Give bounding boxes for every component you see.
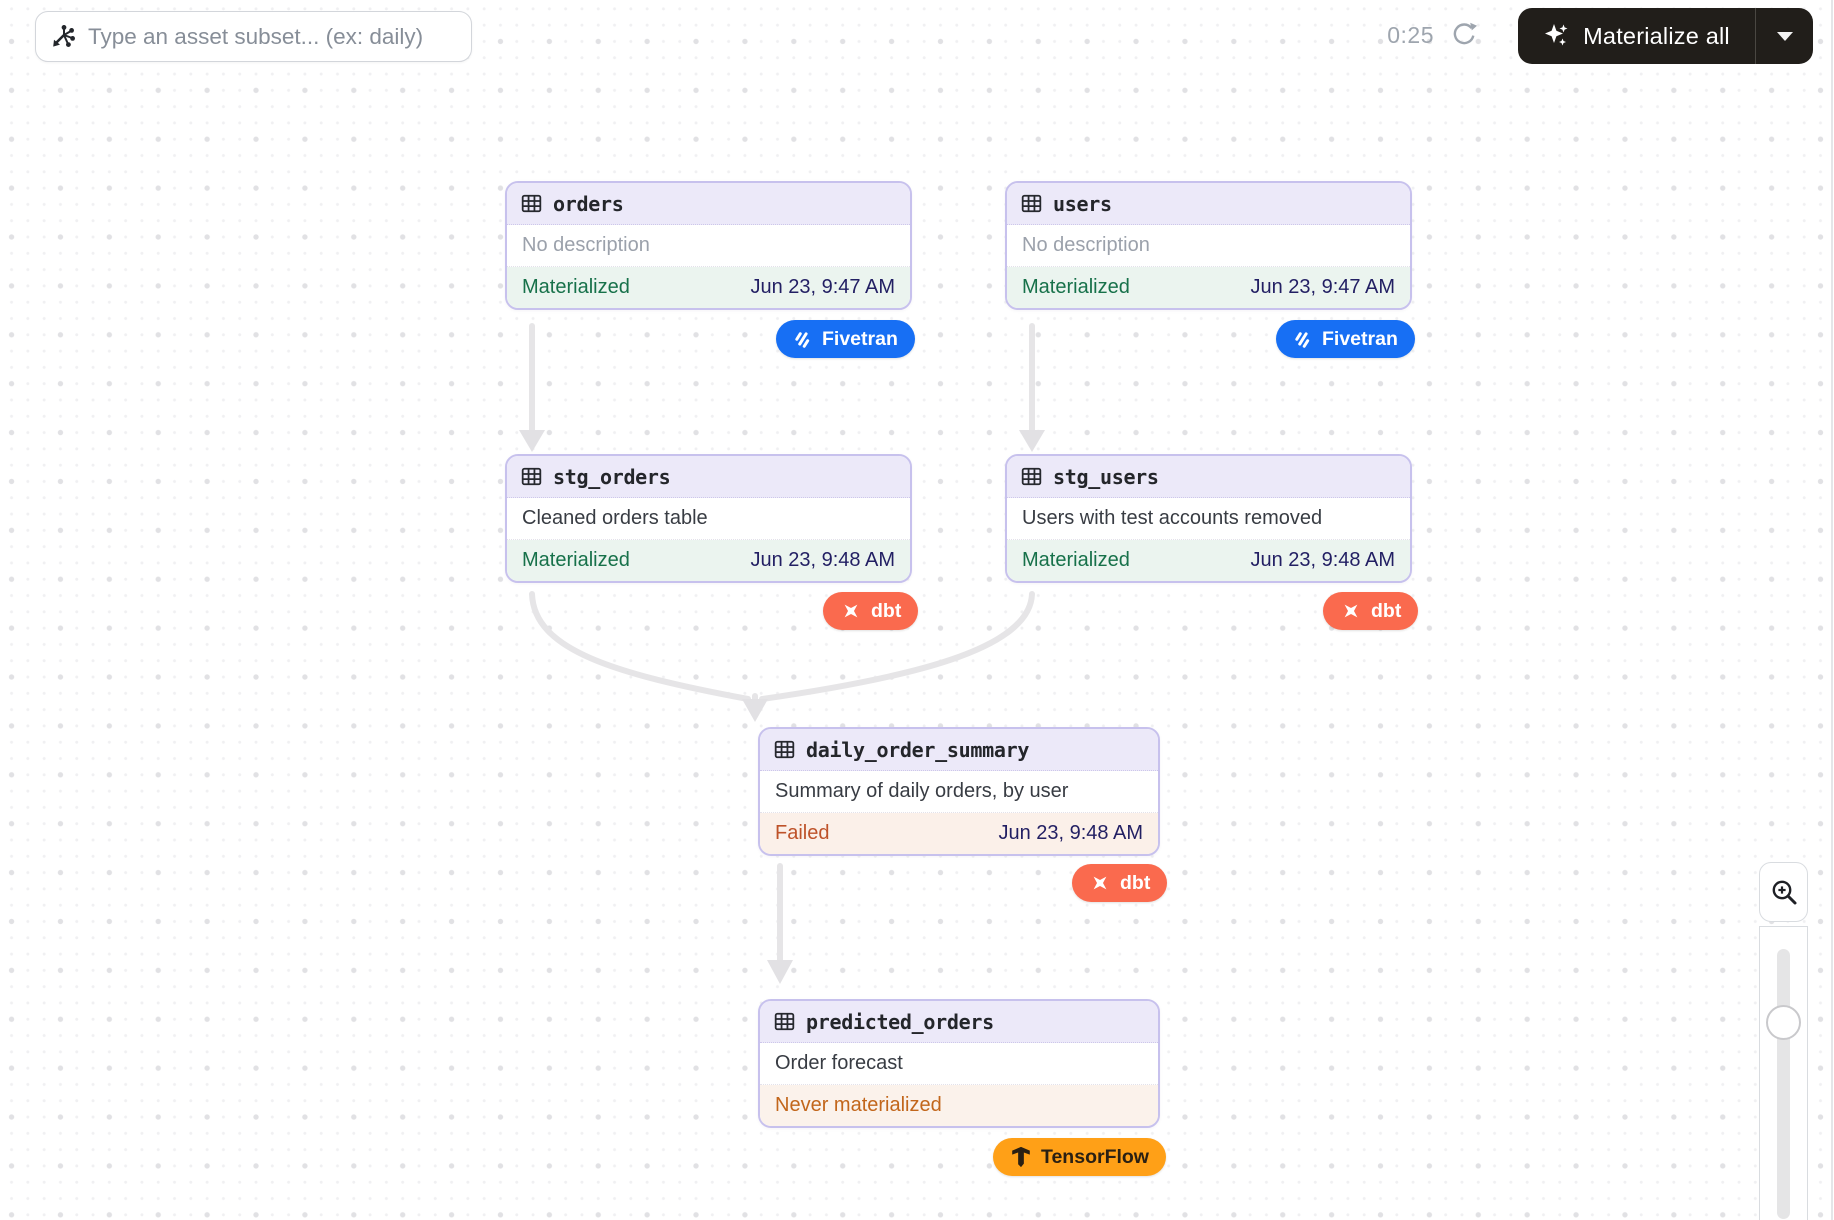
- dbt-badge[interactable]: dbt: [1323, 592, 1418, 630]
- table-icon: [774, 1011, 795, 1032]
- badge-label: Fivetran: [1322, 328, 1398, 351]
- status-timestamp: Jun 23, 9:47 AM: [1250, 276, 1395, 299]
- dbt-icon: [840, 600, 862, 622]
- asset-status-row: Failed Jun 23, 9:48 AM: [760, 813, 1158, 854]
- fivetran-badge[interactable]: Fivetran: [776, 320, 915, 358]
- asset-title: users: [1053, 192, 1112, 216]
- fivetran-icon: [1293, 329, 1313, 349]
- asset-node-header: stg_orders: [507, 456, 910, 498]
- asset-node-header: predicted_orders: [760, 1001, 1158, 1043]
- asset-node-daily-order-summary[interactable]: daily_order_summary Summary of daily ord…: [758, 727, 1160, 856]
- status-badge: Never materialized: [775, 1094, 942, 1117]
- zoom-slider-thumb[interactable]: [1766, 1005, 1801, 1040]
- asset-description: Cleaned orders table: [507, 498, 910, 540]
- dbt-badge[interactable]: dbt: [1072, 864, 1167, 902]
- status-timestamp: Jun 23, 9:48 AM: [1250, 549, 1395, 572]
- asset-node-stg-users[interactable]: stg_users Users with test accounts remov…: [1005, 454, 1412, 583]
- asset-node-users[interactable]: users No description Materialized Jun 23…: [1005, 181, 1412, 310]
- fivetran-badge[interactable]: Fivetran: [1276, 320, 1415, 358]
- asset-title: stg_users: [1053, 465, 1159, 489]
- badge-label: dbt: [1371, 600, 1401, 623]
- zoom-slider-panel: [1759, 926, 1808, 1220]
- asset-node-header: stg_users: [1007, 456, 1410, 498]
- status-timestamp: Jun 23, 9:48 AM: [750, 549, 895, 572]
- asset-status-row: Materialized Jun 23, 9:47 AM: [507, 267, 910, 308]
- status-badge: Materialized: [522, 276, 630, 299]
- asset-status-row: Never materialized: [760, 1085, 1158, 1126]
- asset-status-row: Materialized Jun 23, 9:47 AM: [1007, 267, 1410, 308]
- asset-graph-canvas[interactable]: { "toolbar": { "search_placeholder": "Ty…: [0, 0, 1834, 1220]
- asset-node-predicted-orders[interactable]: predicted_orders Order forecast Never ma…: [758, 999, 1160, 1128]
- asset-description: No description: [1007, 225, 1410, 267]
- tensorflow-badge[interactable]: TensorFlow: [993, 1138, 1166, 1176]
- status-badge: Materialized: [1022, 549, 1130, 572]
- asset-node-header: orders: [507, 183, 910, 225]
- table-icon: [521, 193, 542, 214]
- zoom-in-button[interactable]: [1759, 862, 1808, 922]
- status-badge: Failed: [775, 822, 829, 845]
- asset-status-row: Materialized Jun 23, 9:48 AM: [507, 540, 910, 581]
- asset-title: orders: [553, 192, 623, 216]
- tensorflow-icon: [1010, 1146, 1032, 1168]
- status-timestamp: Jun 23, 9:48 AM: [998, 822, 1143, 845]
- dbt-icon: [1340, 600, 1362, 622]
- badge-label: dbt: [871, 600, 901, 623]
- dbt-icon: [1089, 872, 1111, 894]
- asset-description: No description: [507, 225, 910, 267]
- badge-label: dbt: [1120, 872, 1150, 895]
- badge-label: Fivetran: [822, 328, 898, 351]
- asset-description: Summary of daily orders, by user: [760, 771, 1158, 813]
- asset-title: daily_order_summary: [806, 738, 1029, 762]
- asset-node-orders[interactable]: orders No description Materialized Jun 2…: [505, 181, 912, 310]
- asset-node-header: users: [1007, 183, 1410, 225]
- badge-label: TensorFlow: [1041, 1146, 1149, 1169]
- asset-node-stg-orders[interactable]: stg_orders Cleaned orders table Material…: [505, 454, 912, 583]
- asset-description: Users with test accounts removed: [1007, 498, 1410, 540]
- dbt-badge[interactable]: dbt: [823, 592, 918, 630]
- zoom-in-icon: [1769, 877, 1799, 907]
- table-icon: [521, 466, 542, 487]
- asset-title: predicted_orders: [806, 1010, 994, 1034]
- table-icon: [1021, 466, 1042, 487]
- table-icon: [1021, 193, 1042, 214]
- status-badge: Materialized: [1022, 276, 1130, 299]
- status-badge: Materialized: [522, 549, 630, 572]
- status-timestamp: Jun 23, 9:47 AM: [750, 276, 895, 299]
- asset-description: Order forecast: [760, 1043, 1158, 1085]
- asset-title: stg_orders: [553, 465, 670, 489]
- asset-node-header: daily_order_summary: [760, 729, 1158, 771]
- table-icon: [774, 739, 795, 760]
- asset-status-row: Materialized Jun 23, 9:48 AM: [1007, 540, 1410, 581]
- zoom-slider-track[interactable]: [1777, 949, 1790, 1219]
- fivetran-icon: [793, 329, 813, 349]
